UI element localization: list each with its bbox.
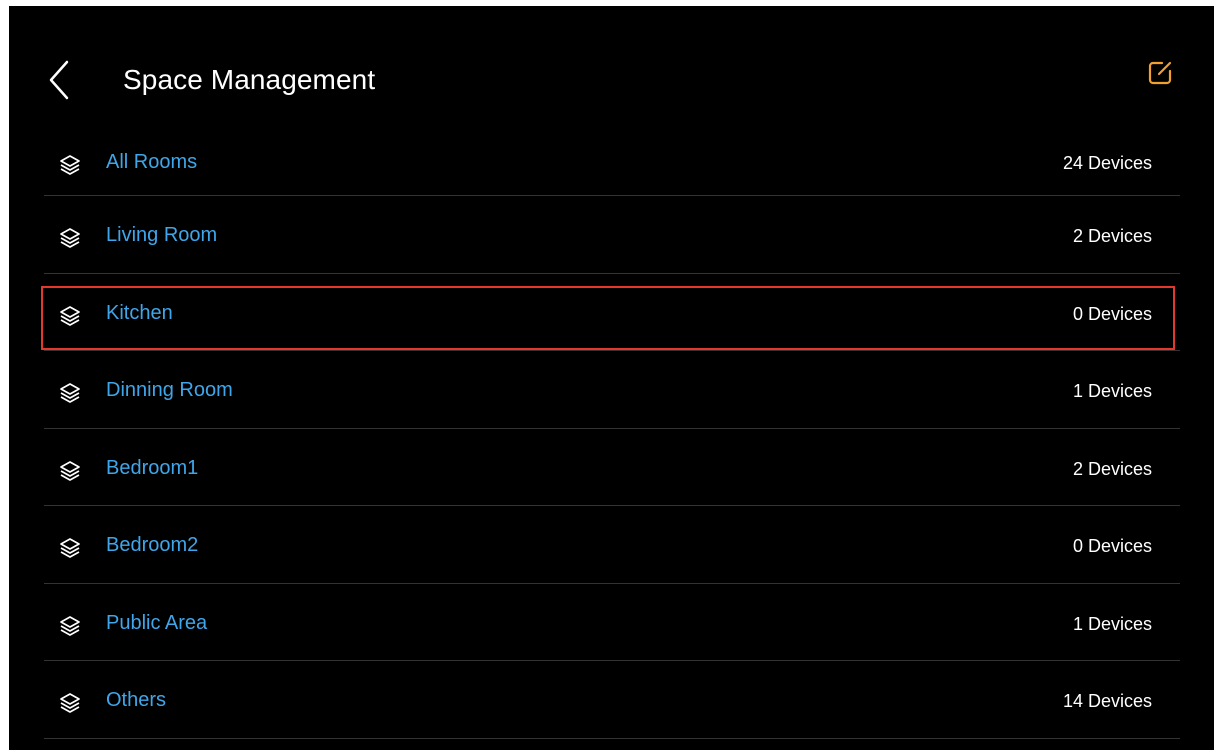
room-row-others[interactable]: Others 14 Devices [44, 661, 1180, 739]
device-count: 0 Devices [1072, 536, 1152, 556]
room-name: Public Area [106, 611, 208, 634]
edit-icon [1148, 61, 1172, 85]
device-count: 24 Devices [1062, 153, 1152, 173]
device-count: 1 Devices [1072, 613, 1152, 634]
layers-icon [60, 383, 80, 403]
layers-icon [60, 460, 80, 481]
device-count: 2 Devices [1072, 458, 1152, 479]
layers-icon [60, 155, 80, 175]
device-count: 0 Devices [1072, 303, 1152, 324]
room-name: All Rooms [106, 151, 198, 173]
room-name: Kitchen [106, 301, 173, 324]
layers-icon [60, 615, 80, 636]
room-row-kitchen[interactable]: Kitchen 0 Devices [41, 274, 1180, 351]
room-row-dinning-room[interactable]: Dinning Room 1 Devices [44, 351, 1180, 429]
device-count: 14 Devices [1062, 691, 1152, 711]
room-row-living-room[interactable]: Living Room 2 Devices [44, 196, 1180, 274]
page-title: Space Management [123, 64, 376, 95]
room-name: Bedroom2 [106, 534, 199, 556]
back-button[interactable] [45, 58, 75, 102]
room-name: Dinning Room [106, 379, 233, 401]
room-row-bedroom2[interactable]: Bedroom2 0 Devices [44, 506, 1180, 584]
room-name: Bedroom1 [106, 456, 199, 479]
edit-button[interactable] [1146, 59, 1174, 87]
space-management-screen: Space Management All Rooms 24 Devices Li… [9, 6, 1214, 750]
room-row-public-area[interactable]: Public Area 1 Devices [44, 584, 1180, 661]
layers-icon [60, 305, 80, 326]
header: Space Management [9, 6, 1214, 124]
room-row-bedroom1[interactable]: Bedroom1 2 Devices [44, 429, 1180, 506]
device-count: 1 Devices [1072, 381, 1152, 401]
room-name: Others [106, 689, 167, 711]
layers-icon [60, 538, 80, 558]
device-count: 2 Devices [1072, 226, 1152, 246]
room-list: All Rooms 24 Devices Living Room 2 Devic… [41, 124, 1180, 739]
room-row-all-rooms[interactable]: All Rooms 24 Devices [44, 124, 1180, 196]
layers-icon [60, 693, 80, 713]
chevron-left-icon [49, 60, 69, 100]
room-name: Living Room [106, 224, 218, 246]
layers-icon [60, 228, 80, 248]
